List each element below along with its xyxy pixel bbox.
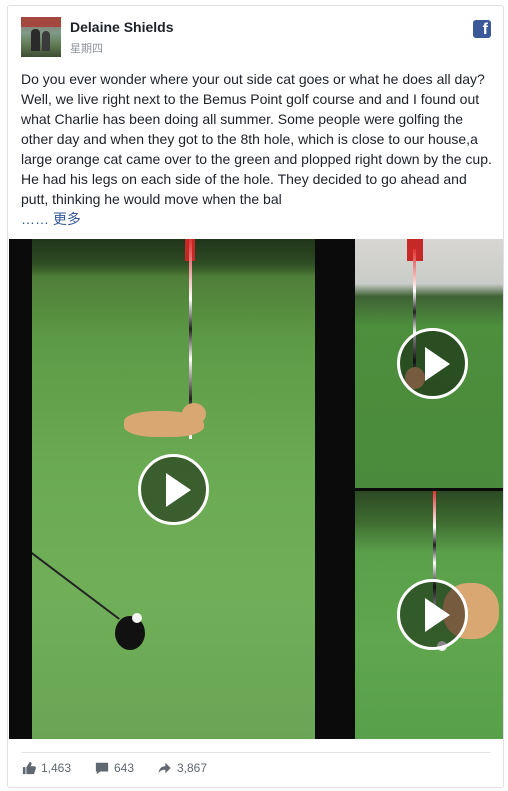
post-timestamp[interactable]: 星期四 (70, 40, 103, 56)
comment-icon (95, 761, 109, 775)
video-gallery (9, 239, 503, 739)
post-text: Do you ever wonder where your out side c… (21, 69, 493, 229)
share-arrow-icon (157, 761, 172, 775)
see-more-link[interactable]: …… 更多 (21, 211, 81, 227)
video-bottom-right[interactable] (355, 491, 503, 739)
divider (21, 752, 491, 753)
post-body: Do you ever wonder where your out side c… (21, 71, 492, 207)
play-button-bottom-right[interactable] (397, 579, 468, 650)
play-button-top-right[interactable] (397, 328, 468, 399)
likes-count[interactable]: 1,463 (22, 761, 71, 775)
shares-count[interactable]: 3,867 (157, 761, 207, 775)
shares-value: 3,867 (177, 761, 208, 775)
likes-value: 1,463 (41, 761, 72, 775)
author-name[interactable]: Delaine Shields (70, 19, 173, 35)
play-icon (166, 473, 191, 507)
video-main[interactable] (32, 239, 315, 739)
video-top-right[interactable] (355, 239, 503, 488)
facebook-post-card: Delaine Shields 星期四 f Do you ever wonder… (7, 5, 504, 788)
facebook-logo-icon[interactable]: f (473, 20, 491, 38)
play-button-main[interactable] (138, 454, 209, 525)
avatar[interactable] (21, 17, 61, 57)
comments-count[interactable]: 643 (95, 761, 134, 775)
thumbs-up-icon (22, 761, 36, 775)
play-icon (425, 598, 450, 632)
play-icon (425, 347, 450, 381)
comments-value: 643 (114, 761, 135, 775)
